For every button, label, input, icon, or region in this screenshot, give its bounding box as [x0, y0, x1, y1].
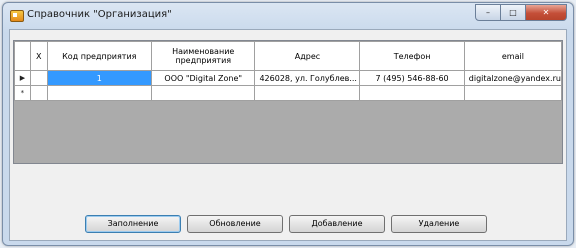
column-header-name[interactable]: Наименование предприятия: [150, 41, 256, 71]
form-client-area: X Код предприятия Наименование предприят…: [9, 29, 567, 241]
fill-button[interactable]: Заполнение: [85, 215, 181, 233]
cell-phone[interactable]: [359, 85, 465, 101]
column-header-phone[interactable]: Телефон: [359, 41, 465, 71]
cell-x[interactable]: [29, 70, 48, 86]
maximize-button[interactable]: □: [500, 4, 526, 21]
minimize-button[interactable]: –: [475, 4, 501, 21]
cell-email[interactable]: digitalzone@yandex.ru: [463, 70, 562, 86]
refresh-button[interactable]: Обновление: [187, 215, 283, 233]
cell-phone[interactable]: 7 (495) 546-88-60: [359, 70, 465, 86]
new-row-indicator[interactable]: *: [14, 85, 31, 101]
column-header-code[interactable]: Код предприятия: [46, 41, 152, 71]
add-button[interactable]: Добавление: [289, 215, 385, 233]
grid-table: X Код предприятия Наименование предприят…: [14, 41, 562, 101]
cell-name[interactable]: ООО "Digital Zone": [150, 70, 256, 86]
cell-x[interactable]: [29, 85, 48, 101]
window-controls: – □ ✕: [475, 4, 567, 21]
maximize-icon: □: [509, 8, 517, 17]
delete-button[interactable]: Удаление: [391, 215, 487, 233]
close-button[interactable]: ✕: [525, 4, 567, 21]
column-header-email[interactable]: email: [463, 41, 562, 71]
app-icon: [10, 10, 24, 22]
cell-address[interactable]: 426028, ул. Голублев...: [254, 70, 361, 86]
new-row[interactable]: *: [14, 85, 562, 101]
cell-email[interactable]: [463, 85, 562, 101]
cell-address[interactable]: [254, 85, 361, 101]
organization-data-grid[interactable]: X Код предприятия Наименование предприят…: [13, 40, 563, 164]
grid-header-row: X Код предприятия Наименование предприят…: [14, 41, 562, 71]
column-header-x[interactable]: X: [29, 41, 48, 71]
app-window: Справочник "Организация" – □ ✕ X Код пре…: [2, 2, 574, 246]
column-header-address[interactable]: Адрес: [254, 41, 361, 71]
cell-name[interactable]: [150, 85, 256, 101]
cell-code[interactable]: 1: [46, 70, 152, 86]
table-row[interactable]: ▶ 1 ООО "Digital Zone" 426028, ул. Голуб…: [14, 70, 562, 86]
cell-code[interactable]: [46, 85, 152, 101]
window-title: Справочник "Организация": [27, 9, 172, 20]
close-icon: ✕: [542, 8, 550, 17]
row-header-corner: [14, 41, 31, 71]
minimize-icon: –: [486, 8, 490, 17]
title-bar[interactable]: Справочник "Организация" – □ ✕: [3, 3, 573, 29]
current-row-indicator[interactable]: ▶: [14, 70, 31, 86]
